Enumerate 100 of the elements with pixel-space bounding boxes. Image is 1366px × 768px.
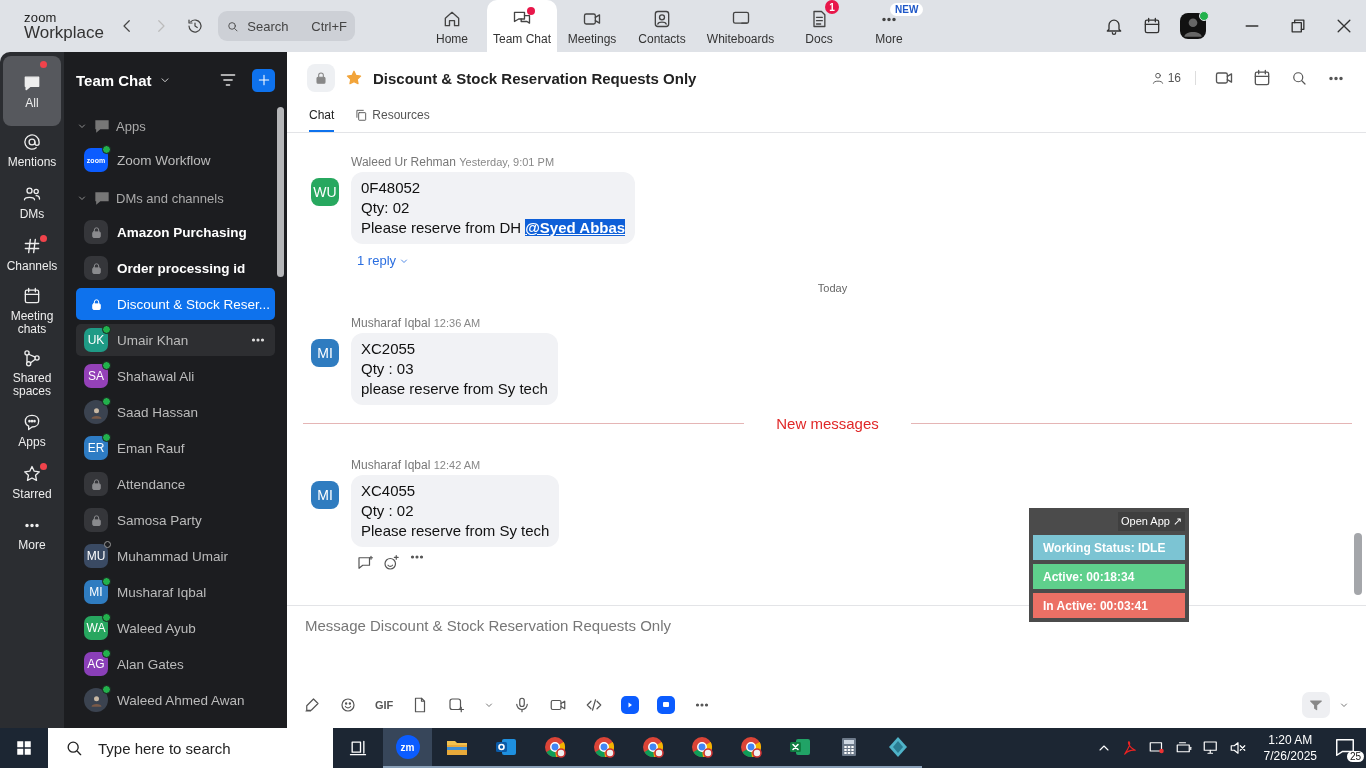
contacts-icon [652,9,672,29]
history-icon[interactable] [186,17,204,35]
avatar: MU [84,544,108,568]
chat-list-item[interactable]: Order processing id [76,252,275,284]
browser-icon[interactable] [738,735,763,759]
rail-item[interactable]: Shared spaces [3,344,61,402]
scrollbar-thumb[interactable] [1354,533,1362,595]
nav-tab[interactable]: NEW More [854,0,924,52]
message-text: 0F48052 [361,178,422,198]
profile-avatar[interactable] [1180,13,1206,39]
message-text: Qty : 02 [361,501,415,521]
open-app-button[interactable]: Open App ↗ [1118,512,1185,531]
rail-item[interactable]: Starred [3,458,61,506]
chat-list-item[interactable]: Amazon Purchasing [76,216,275,248]
message-meta: Musharaf Iqbal 12:36 AM [351,316,482,330]
avatar: MI [311,339,339,367]
count-badge: 1 [825,0,839,14]
scrollbar-thumb[interactable] [277,107,284,277]
message-text: XC4055 [361,481,417,501]
nav-tab[interactable]: Team Chat [487,0,557,52]
status-row: Working Status: IDLE [1033,535,1185,560]
chat-list-item[interactable]: Discount & Stock Reser... [76,288,275,320]
muted-speaker-icon[interactable] [1228,739,1247,757]
lock-icon [313,70,329,86]
nodes-icon [22,348,42,368]
calendar-icon[interactable] [1142,16,1162,36]
chat-list-item[interactable]: MI Musharaf Iqbal [76,576,275,608]
message-meta: Musharaf Iqbal 12:42 AM [351,458,482,472]
chat-list-item[interactable]: UK Umair Khan [76,324,275,356]
send-icon [1308,697,1324,713]
nav-tab[interactable]: Home [417,0,487,52]
tab[interactable]: Resources [354,104,430,132]
rail-item[interactable]: Channels [3,230,61,278]
more-icon[interactable] [1326,74,1346,82]
star-icon[interactable] [345,69,363,87]
calendar-icon[interactable] [1252,68,1272,88]
at-icon [22,131,42,152]
code-icon[interactable] [585,696,604,714]
logo-text: Workplace [24,24,105,41]
rail-item[interactable]: All [3,56,61,126]
reply-icon[interactable] [356,554,374,572]
emoji-icon[interactable] [339,696,357,714]
browser-icon[interactable] [591,735,616,759]
more-icon [879,16,899,23]
avatar: UK [84,328,108,352]
add-reaction-icon[interactable] [382,554,400,572]
message-text: Qty : 03 [361,359,415,379]
send-button[interactable] [1302,692,1330,718]
rail-item[interactable]: More [3,510,61,558]
more-icon[interactable] [249,337,267,343]
rail-item[interactable]: Apps [3,406,61,454]
chat-list-item[interactable]: Saad Hassan [76,396,275,428]
browser-icon[interactable] [542,735,567,759]
home-icon [442,9,462,29]
chat-list-item[interactable]: Waleed Ahmed Awan [76,684,275,716]
search-field[interactable]: Search [245,17,306,35]
chat-list-item[interactable]: AG Alan Gates [76,648,275,680]
more-icon[interactable] [408,554,426,560]
nav-tab[interactable]: Contacts [627,0,697,52]
person-icon [1150,71,1165,85]
chat-list-item[interactable]: ER Eman Rauf [76,432,275,464]
shortcut-hint: Ctrl+F [311,18,347,34]
replies-link[interactable]: 1 reply [357,253,1352,268]
app-icon[interactable] [657,696,676,714]
browser-icon[interactable] [689,735,714,759]
chat-list-item[interactable]: SA Shahawal Ali [76,360,275,392]
chat-list-item[interactable]: MU Muhammad Umair [76,540,275,572]
browser-icon[interactable] [640,735,665,759]
search-box[interactable]: Search Ctrl+F [218,11,355,41]
network-icon[interactable] [1201,739,1220,757]
format-icon[interactable] [303,696,321,714]
message-text: XC2055 [361,339,417,359]
nav-tab[interactable]: Whiteboards [697,0,784,52]
panel-title[interactable]: Team Chat [76,71,152,89]
taskbar-zoom-icon[interactable]: zm [395,735,420,759]
message-text: Please reserve from DH @Syed Abbas [361,218,626,238]
screenshot-icon[interactable] [447,696,466,714]
date-divider: Today [817,282,848,294]
task-view-icon[interactable] [348,738,368,758]
chat-list-item[interactable]: Samosa Party [76,504,275,536]
rail-item[interactable]: Mentions [3,126,61,174]
chat-list-item[interactable]: WA Waleed Ayub [76,612,275,644]
chat-list-item[interactable]: Attendance [76,468,275,500]
tab[interactable]: Chat [309,104,335,132]
members-button[interactable]: 16 [1150,71,1196,85]
nav-tab[interactable]: Meetings [557,0,627,52]
rail-item[interactable]: DMs [3,178,61,226]
new-chat-button[interactable] [252,68,275,92]
message-meta: Waleed Ur Rehman Yesterday, 9:01 PM [351,155,556,169]
lock-button[interactable] [307,64,335,92]
windows-icon[interactable] [15,739,33,757]
clock[interactable]: 1:20 AM 7/26/2025 [1263,732,1317,764]
avatar: MI [84,580,108,604]
app-icon[interactable] [621,696,640,714]
search-icon[interactable] [1290,69,1308,87]
nav-tab[interactable]: 1 Docs [784,0,854,52]
rail-item[interactable]: Meeting chats [3,282,61,340]
calendar-icon [22,286,42,306]
taskbar-search-box[interactable]: Type here to search [48,728,333,768]
gif-button[interactable]: GIF [375,699,394,711]
